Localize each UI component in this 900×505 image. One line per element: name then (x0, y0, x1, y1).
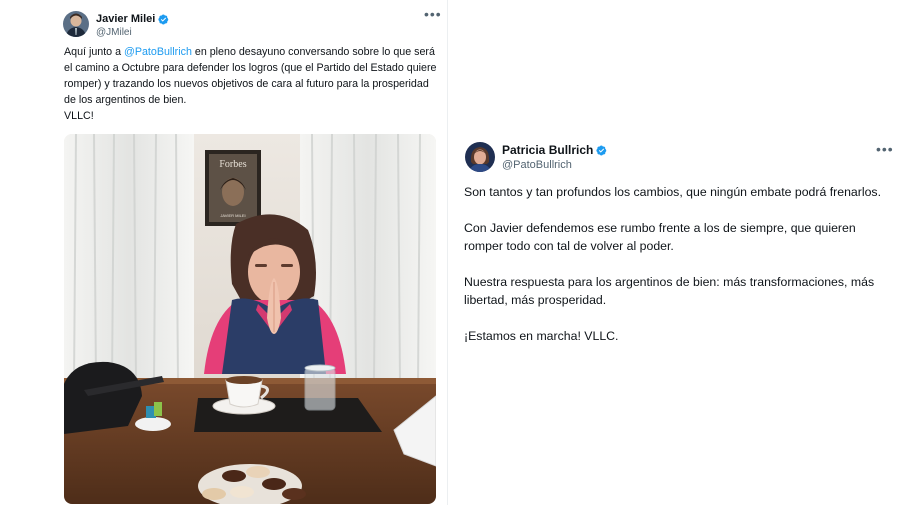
tweet-header: Javier Milei @JMilei (63, 11, 169, 39)
tweet-text: Son tantos y tan profundos los cambios, … (464, 183, 894, 363)
avatar[interactable] (465, 142, 495, 172)
author-name[interactable]: Patricia Bullrich (502, 143, 593, 158)
tweet-paragraph: Con Javier defendemos ese rumbo frente a… (464, 221, 856, 253)
tweet-photo[interactable]: Forbes JAVIER MILEI (64, 134, 436, 504)
author-handle[interactable]: @PatoBullrich (502, 158, 607, 173)
mention-link[interactable]: @PatoBullrich (124, 46, 192, 58)
poster-brand-text: Forbes (219, 159, 246, 170)
avatar[interactable] (63, 11, 89, 37)
tweet-paragraph: Son tantos y tan profundos los cambios, … (464, 185, 881, 199)
more-horizontal-icon[interactable]: ••• (424, 7, 442, 21)
tweet-header: Patricia Bullrich @PatoBullrich (465, 142, 607, 173)
tweet-text: Aquí junto a @PatoBullrich en pleno desa… (64, 44, 440, 124)
tweet-text-part: VLLC! (64, 110, 94, 122)
verified-badge-icon (596, 145, 607, 156)
tweet-paragraph: Nuestra respuesta para los argentinos de… (464, 275, 875, 307)
tweet-milei[interactable]: Javier Milei @JMilei ••• Aquí junto a @P… (46, 0, 448, 505)
poster-caption-text: JAVIER MILEI (220, 213, 245, 218)
more-horizontal-icon[interactable]: ••• (876, 142, 894, 156)
tweet-text-part: Aquí junto a (64, 46, 125, 58)
verified-badge-icon (158, 14, 169, 25)
author-handle[interactable]: @JMilei (96, 26, 169, 39)
tweet-bullrich[interactable]: Patricia Bullrich @PatoBullrich ••• Son … (449, 132, 900, 392)
author-name[interactable]: Javier Milei (96, 13, 155, 26)
tweet-paragraph: ¡Estamos en marcha! VLLC. (464, 329, 619, 343)
